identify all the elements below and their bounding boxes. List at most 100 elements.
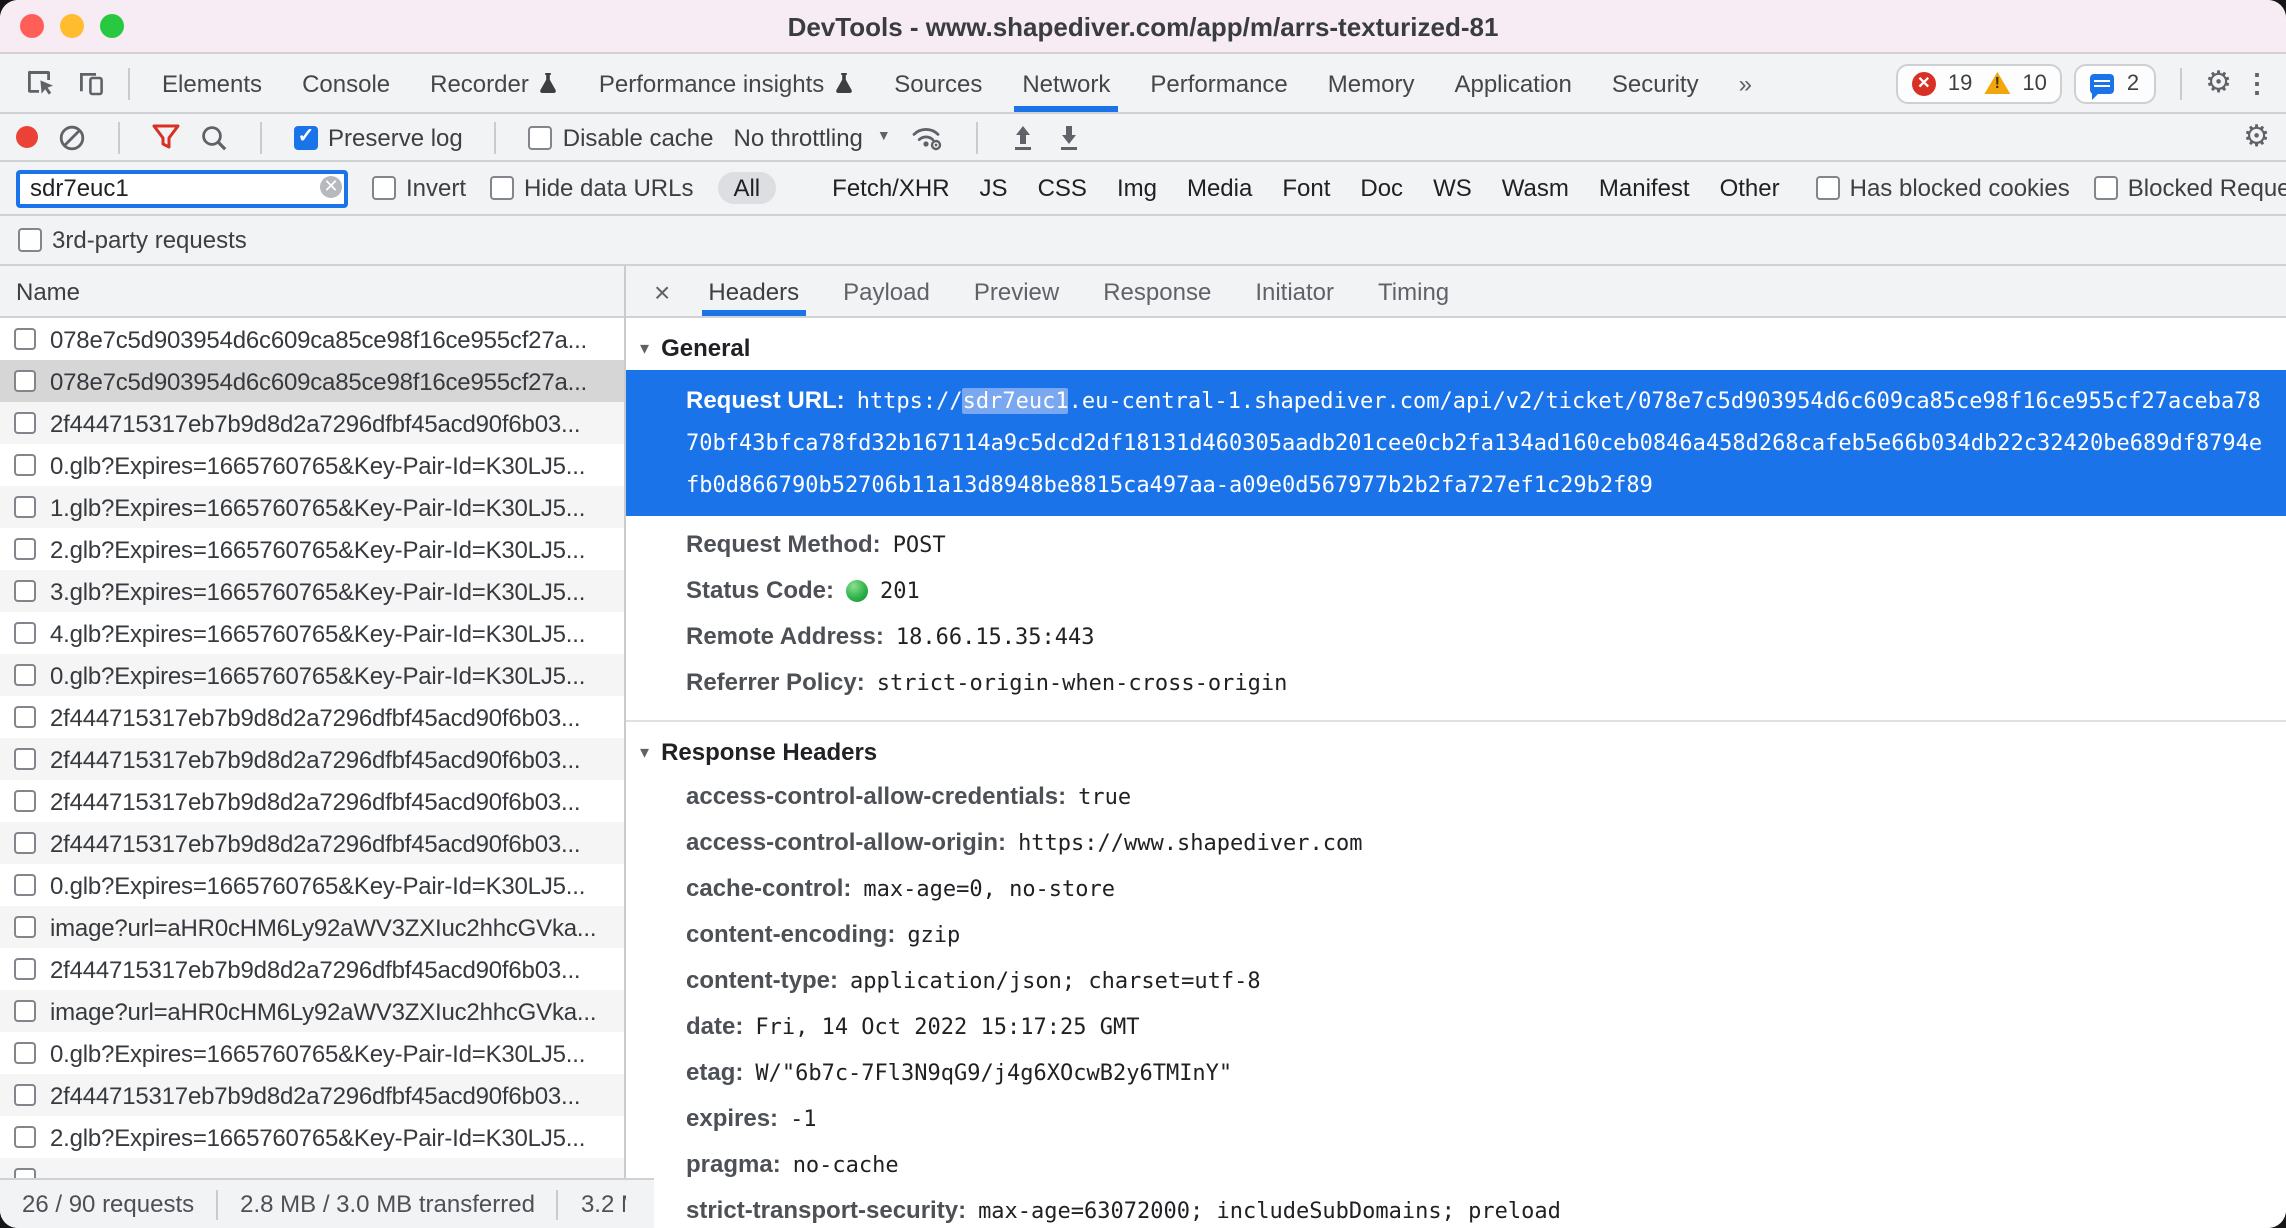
filter-type-chip[interactable]: JS xyxy=(980,174,1008,202)
row-checkbox[interactable] xyxy=(14,454,36,476)
row-checkbox[interactable] xyxy=(14,1000,36,1022)
row-checkbox[interactable] xyxy=(14,1126,36,1148)
devtools-tab[interactable]: Elements xyxy=(142,54,282,112)
device-toolbar-icon[interactable] xyxy=(66,54,116,112)
request-row[interactable]: 0.glb?Expires=1665760765&Key-Pair-Id=K30… xyxy=(0,864,624,906)
filter-type-chip[interactable]: Font xyxy=(1282,174,1330,202)
request-row[interactable]: 3.glb?Expires=1665760765&Key-Pair-Id=K30… xyxy=(0,570,624,612)
clear-filter-icon[interactable]: ✕ xyxy=(320,175,342,197)
search-icon[interactable] xyxy=(200,123,228,151)
row-checkbox[interactable] xyxy=(14,958,36,980)
row-checkbox[interactable] xyxy=(14,538,36,560)
detail-tab[interactable]: Response xyxy=(1081,266,1233,316)
devtools-tab[interactable]: Sources xyxy=(874,54,1002,112)
filter-type-chip[interactable]: Manifest xyxy=(1599,174,1690,202)
row-checkbox[interactable] xyxy=(14,748,36,770)
row-checkbox[interactable] xyxy=(14,370,36,392)
more-tabs-button[interactable]: » xyxy=(1719,54,1772,112)
blocked-requests-checkbox[interactable]: Blocked Requests xyxy=(2094,174,2286,202)
filter-type-chip[interactable]: CSS xyxy=(1038,174,1087,202)
request-row[interactable]: 2f444715317eb7b9d8d2a7296dfbf45acd90f6b0… xyxy=(0,780,624,822)
request-row[interactable]: 078e7c5d903954d6c609ca85ce98f16ce955cf27… xyxy=(0,360,624,402)
detail-tab[interactable]: Headers xyxy=(686,266,821,316)
clear-network-log-icon[interactable] xyxy=(58,123,86,151)
settings-gear-icon[interactable]: ⚙ xyxy=(2205,68,2232,98)
has-blocked-cookies-checkbox[interactable]: Has blocked cookies xyxy=(1816,174,2070,202)
row-checkbox[interactable] xyxy=(14,1168,36,1178)
row-checkbox[interactable] xyxy=(14,916,36,938)
filter-input[interactable] xyxy=(16,169,348,207)
row-checkbox[interactable] xyxy=(14,832,36,854)
row-checkbox[interactable] xyxy=(14,874,36,896)
filter-type-chip[interactable]: Doc xyxy=(1360,174,1403,202)
detail-tab[interactable]: Preview xyxy=(952,266,1081,316)
throttling-select[interactable]: No throttling ▼ xyxy=(734,123,891,151)
detail-tab[interactable]: Timing xyxy=(1356,266,1471,316)
devtools-tab[interactable]: Performance xyxy=(1130,54,1307,112)
network-settings-gear-icon[interactable]: ⚙ xyxy=(2243,122,2270,152)
request-row[interactable]: 0.glb?Expires=1665760765&Key-Pair-Id=K30… xyxy=(0,444,624,486)
row-checkbox[interactable] xyxy=(14,580,36,602)
disable-cache-checkbox[interactable]: Disable cache xyxy=(529,123,714,151)
preserve-log-checkbox[interactable]: ✓ Preserve log xyxy=(294,123,463,151)
hide-data-urls-checkbox[interactable]: Hide data URLs xyxy=(490,174,693,202)
request-row[interactable]: 078e7c5d903954d6c609ca85ce98f16ce955cf27… xyxy=(0,318,624,360)
close-window-button[interactable] xyxy=(20,14,44,38)
minimize-window-button[interactable] xyxy=(60,14,84,38)
issues-badge[interactable]: 2 xyxy=(2075,63,2155,103)
filter-type-chip[interactable]: Img xyxy=(1117,174,1157,202)
request-row[interactable]: 2f444715317eb7b9d8d2a7296dfbf45acd90f6b0… xyxy=(0,402,624,444)
filter-type-chip[interactable]: WS xyxy=(1433,174,1472,202)
detail-tab[interactable]: Payload xyxy=(821,266,952,316)
inspect-element-icon[interactable] xyxy=(16,54,66,112)
network-conditions-icon[interactable] xyxy=(911,122,945,152)
request-row[interactable]: 2f444715317eb7b9d8d2a7296dfbf45acd90f6b0… xyxy=(0,948,624,990)
request-row[interactable]: image?url=aHR0cHM6Ly92aWV3ZXIuc2hhcGVka.… xyxy=(0,906,624,948)
import-har-icon[interactable] xyxy=(1011,123,1037,151)
request-row[interactable] xyxy=(0,1158,624,1178)
row-checkbox[interactable] xyxy=(14,412,36,434)
row-checkbox[interactable] xyxy=(14,664,36,686)
request-row[interactable]: 2.glb?Expires=1665760765&Key-Pair-Id=K30… xyxy=(0,1116,624,1158)
general-section-header[interactable]: ▾ General xyxy=(626,318,2286,370)
disclosure-triangle-icon[interactable]: ▾ xyxy=(640,741,649,763)
record-network-log-button[interactable] xyxy=(16,126,38,148)
row-checkbox[interactable] xyxy=(14,1084,36,1106)
request-row[interactable]: 0.glb?Expires=1665760765&Key-Pair-Id=K30… xyxy=(0,654,624,696)
request-row[interactable]: 2f444715317eb7b9d8d2a7296dfbf45acd90f6b0… xyxy=(0,822,624,864)
devtools-tab[interactable]: Performance insights xyxy=(579,54,874,112)
row-checkbox[interactable] xyxy=(14,706,36,728)
row-checkbox[interactable] xyxy=(14,622,36,644)
name-column-header[interactable]: Name xyxy=(0,266,624,318)
devtools-tab[interactable]: Memory xyxy=(1308,54,1435,112)
request-row[interactable]: 2f444715317eb7b9d8d2a7296dfbf45acd90f6b0… xyxy=(0,1074,624,1116)
errors-warnings-badge[interactable]: ✕ 19 ! 10 xyxy=(1896,63,2063,103)
response-headers-section-header[interactable]: ▾ Response Headers xyxy=(626,722,2286,774)
filter-type-chip[interactable]: Fetch/XHR xyxy=(832,174,949,202)
devtools-tab[interactable]: Application xyxy=(1434,54,1591,112)
export-har-icon[interactable] xyxy=(1057,123,1083,151)
row-checkbox[interactable] xyxy=(14,790,36,812)
third-party-requests-checkbox[interactable]: 3rd-party requests xyxy=(18,226,247,254)
request-row[interactable]: 1.glb?Expires=1665760765&Key-Pair-Id=K30… xyxy=(0,486,624,528)
filter-type-chip[interactable]: Other xyxy=(1720,174,1780,202)
filter-type-chip[interactable]: Wasm xyxy=(1502,174,1569,202)
request-row[interactable]: 2.glb?Expires=1665760765&Key-Pair-Id=K30… xyxy=(0,528,624,570)
request-url-row[interactable]: Request URL:https://sdr7euc1.eu-central-… xyxy=(626,370,2286,516)
filter-type-chip[interactable]: Media xyxy=(1187,174,1252,202)
devtools-tab[interactable]: Console xyxy=(282,54,410,112)
request-row[interactable]: image?url=aHR0cHM6Ly92aWV3ZXIuc2hhcGVka.… xyxy=(0,990,624,1032)
request-row[interactable]: 2f444715317eb7b9d8d2a7296dfbf45acd90f6b0… xyxy=(0,696,624,738)
kebab-menu-icon[interactable]: ⋮ xyxy=(2244,67,2270,99)
disclosure-triangle-icon[interactable]: ▾ xyxy=(640,337,649,359)
devtools-tab[interactable]: Network xyxy=(1002,54,1130,112)
row-checkbox[interactable] xyxy=(14,328,36,350)
request-row[interactable]: 0.glb?Expires=1665760765&Key-Pair-Id=K30… xyxy=(0,1032,624,1074)
row-checkbox[interactable] xyxy=(14,1042,36,1064)
detail-tab[interactable]: Initiator xyxy=(1233,266,1356,316)
filter-type-all[interactable]: All xyxy=(717,172,776,204)
row-checkbox[interactable] xyxy=(14,496,36,518)
request-row[interactable]: 4.glb?Expires=1665760765&Key-Pair-Id=K30… xyxy=(0,612,624,654)
devtools-tab[interactable]: Security xyxy=(1592,54,1719,112)
close-details-icon[interactable]: × xyxy=(638,266,686,316)
